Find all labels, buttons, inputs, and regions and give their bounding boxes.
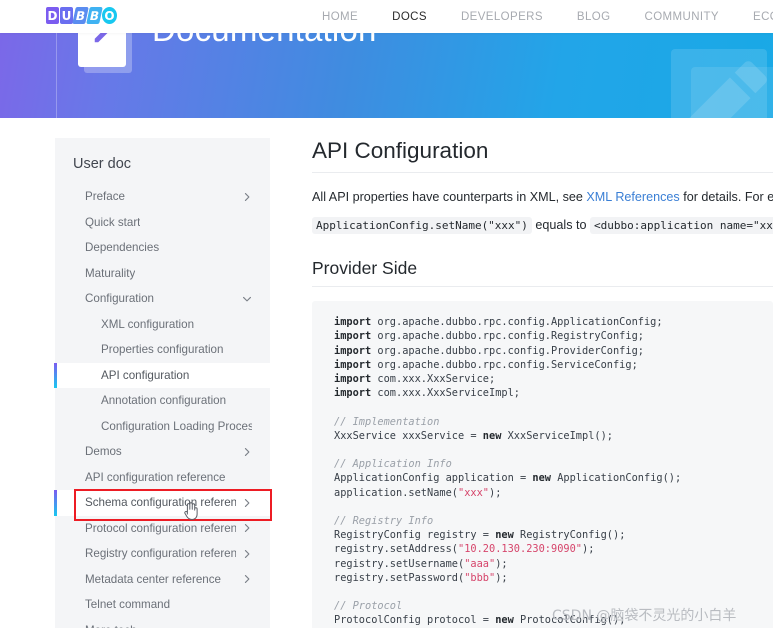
sidebar-item-label: Schema configuration reference	[85, 496, 236, 510]
sidebar-item-more-tech[interactable]: More tech	[55, 618, 270, 628]
nav-item-ecosystem[interactable]: ECOSYSTEM	[736, 11, 773, 23]
chevron-right-icon	[242, 523, 252, 533]
logo-letter-b2: B	[86, 7, 103, 24]
sidebar-item-maturality[interactable]: Maturality	[55, 261, 270, 287]
sidebar-title: User doc	[73, 156, 132, 172]
code-line: import com.xxx.XxxServiceImpl;	[334, 387, 520, 400]
page-title: API Configuration	[312, 138, 773, 173]
sidebar-item-label: Maturality	[85, 266, 136, 280]
sidebar-item-label: Telnet command	[85, 598, 171, 612]
pencil-icon	[689, 61, 767, 118]
sidebar-item-xml-configuration[interactable]: XML configuration	[55, 312, 270, 338]
nav-item-blog[interactable]: BLOG	[560, 11, 628, 23]
dubbo-logo[interactable]: D U B B O	[46, 7, 117, 24]
code-line: RegistryConfig registry = new RegistryCo…	[334, 529, 626, 542]
nav-item-community[interactable]: COMMUNITY	[627, 11, 736, 23]
code-line: import org.apache.dubbo.rpc.config.Regis…	[334, 330, 644, 343]
sidebar-item-properties-configuration[interactable]: Properties configuration	[55, 337, 270, 363]
section-heading-provider-side: Provider Side	[312, 258, 773, 288]
sidebar-item-configuration-loading-process[interactable]: Configuration Loading Process	[55, 414, 270, 440]
code-line: import org.apache.dubbo.rpc.config.Provi…	[334, 344, 644, 357]
intro-paragraph: All API properties have counterparts in …	[312, 187, 773, 208]
sidebar-item-api-configuration-reference[interactable]: API configuration reference	[55, 465, 270, 491]
sidebar-item-api-configuration[interactable]: API configuration	[54, 362, 270, 388]
sidebar-item-label: Configuration	[85, 292, 154, 306]
sidebar-item-annotation-configuration[interactable]: Annotation configuration	[55, 388, 270, 414]
sidebar-item-label: Configuration Loading Process	[101, 419, 252, 433]
document-pencil-icon	[78, 33, 132, 73]
chevron-right-icon	[242, 447, 252, 457]
sidebar-item-label: Preface	[85, 190, 125, 204]
top-navigation-bar: D U B B O HOME DOCS DEVELOPERS BLOG COMM…	[0, 0, 773, 33]
code-line: import com.xxx.XxxService;	[334, 373, 496, 385]
chevron-right-icon	[242, 192, 252, 202]
sidebar-item-registry-configuration-reference[interactable]: Registry configuration reference	[55, 541, 270, 567]
inline-code-api: ApplicationConfig.setName("xxx")	[312, 217, 532, 235]
chevron-right-icon	[242, 549, 252, 559]
logo-letter-d: D	[46, 7, 59, 24]
code-line: import org.apache.dubbo.rpc.config.Appli…	[334, 316, 663, 329]
code-line: registry.setAddress("10.20.130.230:9090"…	[334, 543, 595, 556]
csdn-watermark: CSDN @脑袋不灵光的小白羊	[552, 608, 737, 624]
sidebar-item-configuration[interactable]: Configuration	[55, 286, 270, 312]
sidebar-item-telnet-command[interactable]: Telnet command	[55, 592, 270, 618]
code-line: // Registry Info	[334, 515, 434, 528]
sidebar-item-label: Properties configuration	[101, 343, 224, 357]
page-root: D U B B O HOME DOCS DEVELOPERS BLOG COMM…	[0, 0, 773, 628]
sidebar-item-label: Quick start	[85, 215, 141, 229]
sidebar-item-label: More tech	[85, 624, 137, 628]
chevron-down-icon	[242, 294, 252, 304]
code-line: // Application Info	[334, 458, 452, 471]
code-line: application.setName("xxx");	[334, 486, 502, 499]
sidebar-item-demos[interactable]: Demos	[55, 439, 270, 465]
xml-references-link[interactable]: XML References	[586, 190, 679, 204]
logo-letter-u: U	[60, 7, 73, 24]
sidebar-item-label: Annotation configuration	[101, 394, 227, 408]
sidebar-item-label: XML configuration	[101, 317, 195, 331]
code-line: // Implementation	[334, 415, 440, 428]
code-line: registry.setPassword("bbb");	[334, 571, 508, 584]
chevron-right-icon	[242, 498, 252, 508]
sidebar-item-label: Protocol configuration reference	[85, 521, 236, 535]
logo-letter-o: O	[102, 7, 117, 24]
sidebar-navigation: User doc Preface Quick start Dependencie…	[54, 138, 270, 628]
nav-item-home[interactable]: HOME	[305, 11, 375, 23]
main-content: API Configuration All API properties hav…	[312, 138, 773, 628]
pencil-glyph	[94, 33, 108, 43]
chevron-right-icon	[242, 574, 252, 584]
code-line: registry.setUsername("aaa");	[334, 557, 508, 570]
inline-code-xml: <dubbo:application name="xxx" />	[590, 217, 773, 235]
code-line: ApplicationConfig application = new Appl…	[334, 472, 682, 485]
sidebar-item-protocol-configuration-reference[interactable]: Protocol configuration reference	[55, 516, 270, 542]
intro-text-1: All API properties have counterparts in …	[312, 190, 587, 204]
sidebar-item-label: Demos	[85, 445, 122, 459]
sidebar-item-dependencies[interactable]: Dependencies	[55, 235, 270, 261]
sidebar-item-metadata-center-reference[interactable]: Metadata center reference	[55, 567, 270, 593]
nav-item-developers[interactable]: DEVELOPERS	[444, 11, 560, 23]
sidebar-item-quick-start[interactable]: Quick start	[55, 210, 270, 236]
java-code-block: import org.apache.dubbo.rpc.config.Appli…	[312, 301, 773, 628]
hero-banner: Documentation	[0, 33, 773, 118]
nav-item-docs[interactable]: DOCS	[375, 11, 444, 23]
intro-paragraph-line2: ApplicationConfig.setName("xxx") equals …	[312, 211, 773, 236]
intro-text-2: for details. For example	[683, 190, 773, 204]
code-line: XxxService xxxService = new XxxServiceIm…	[334, 429, 613, 442]
nav-menu: HOME DOCS DEVELOPERS BLOG COMMUNITY ECOS…	[305, 0, 773, 33]
sidebar-item-label: Metadata center reference	[85, 572, 221, 586]
sidebar-item-preface[interactable]: Preface	[55, 184, 270, 210]
hero-divider	[56, 33, 57, 118]
sidebar-item-schema-configuration-reference[interactable]: Schema configuration reference	[54, 490, 270, 516]
sidebar-item-label: Dependencies	[85, 241, 160, 255]
sidebar-item-label: Registry configuration reference	[85, 547, 236, 561]
hero-title: Documentation	[152, 33, 377, 49]
code-line: import org.apache.dubbo.rpc.config.Servi…	[334, 358, 638, 371]
sidebar-item-label: API configuration	[101, 368, 190, 382]
intro-equals-text: equals to	[531, 218, 591, 233]
sidebar-item-label: API configuration reference	[85, 470, 226, 484]
